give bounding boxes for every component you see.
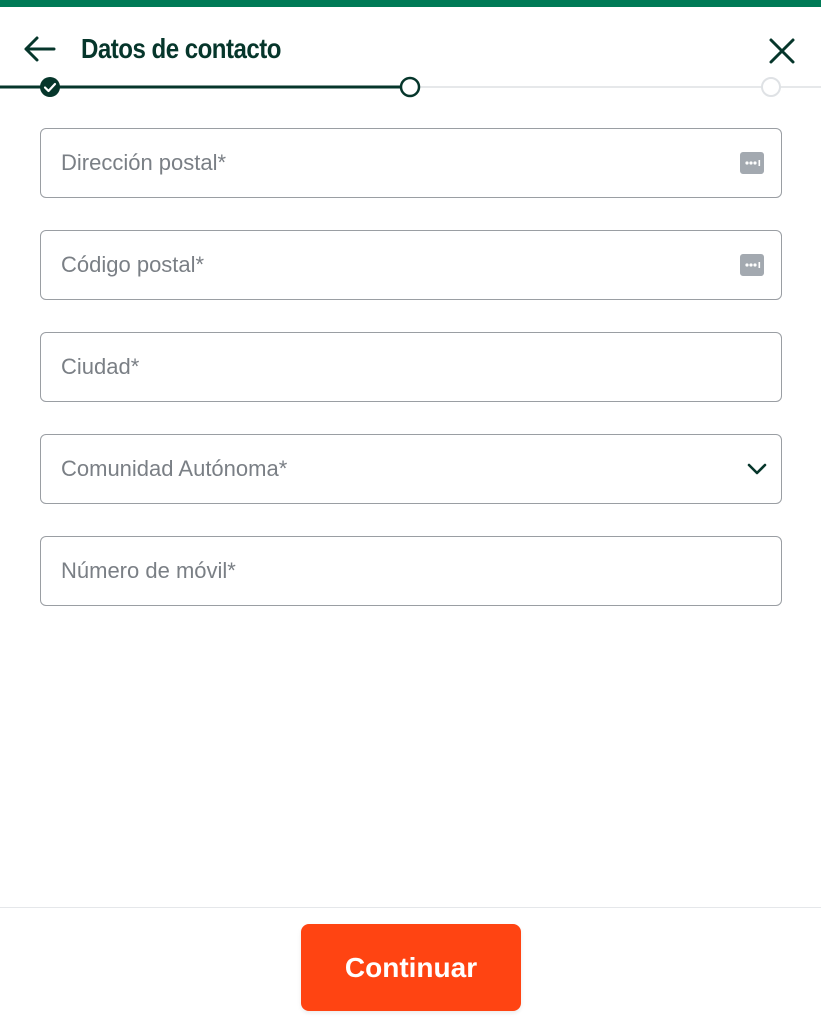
step-3-upcoming bbox=[761, 77, 781, 97]
contact-form: Comunidad Autónoma* bbox=[40, 128, 782, 638]
postal-code-input[interactable] bbox=[41, 231, 781, 299]
password-manager-icon[interactable] bbox=[739, 253, 765, 277]
close-button[interactable] bbox=[762, 31, 802, 71]
postal-code-field bbox=[40, 230, 782, 300]
address-field bbox=[40, 128, 782, 198]
mobile-field bbox=[40, 536, 782, 606]
step-1-completed bbox=[40, 77, 60, 97]
back-button[interactable] bbox=[18, 31, 60, 67]
page-title: Datos de contacto bbox=[81, 33, 281, 64]
step-2-current bbox=[399, 76, 421, 98]
mobile-input[interactable] bbox=[41, 537, 781, 605]
continue-button[interactable]: Continuar bbox=[301, 924, 521, 1011]
arrow-left-icon bbox=[24, 36, 56, 62]
region-select-placeholder: Comunidad Autónoma* bbox=[61, 456, 288, 481]
brand-top-bar bbox=[0, 0, 821, 7]
progress-stepper bbox=[0, 74, 821, 100]
address-input[interactable] bbox=[41, 129, 781, 197]
contact-details-page: Datos de contacto Dirección postal* Códi… bbox=[0, 0, 821, 1024]
chevron-down-icon bbox=[747, 463, 767, 475]
footer-divider bbox=[0, 907, 821, 908]
city-field bbox=[40, 332, 782, 402]
password-manager-icon[interactable] bbox=[739, 151, 765, 175]
header: Datos de contacto bbox=[0, 7, 821, 79]
close-icon bbox=[769, 38, 795, 64]
region-select[interactable]: Comunidad Autónoma* bbox=[40, 434, 782, 504]
city-input[interactable] bbox=[41, 333, 781, 401]
